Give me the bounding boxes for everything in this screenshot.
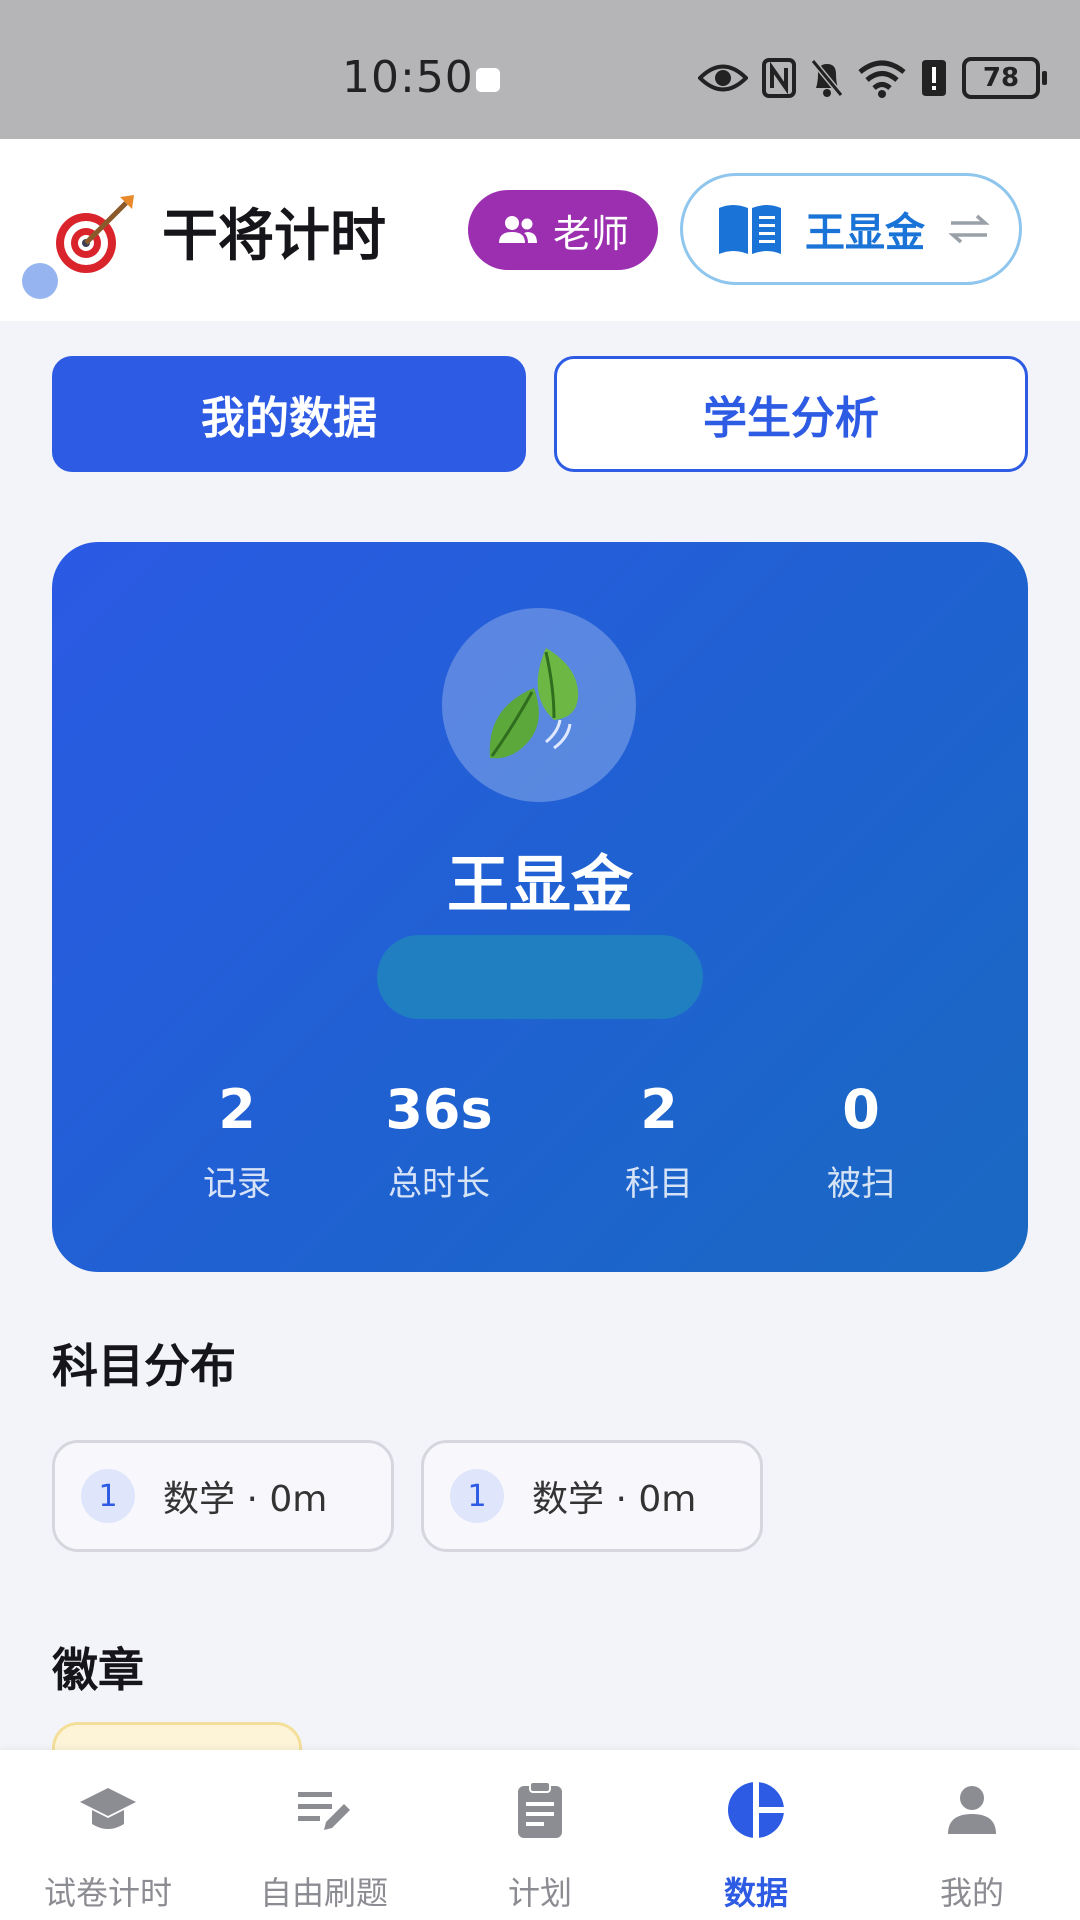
graduation-cap-icon	[80, 1788, 136, 1829]
status-bar: 10:50 78	[0, 0, 1080, 139]
stat-label: 总时长	[388, 1164, 490, 1204]
nav-label: 数据	[723, 1874, 788, 1912]
profile-card: 王显金 2 记录 36s 总时长 2 科目 0 被扫	[52, 542, 1028, 1272]
edit-list-icon	[298, 1792, 350, 1830]
subject-text: 数学 · 0m	[163, 1479, 328, 1520]
leaves-icon	[489, 648, 579, 759]
role-badge-label: 老师	[552, 211, 629, 256]
wifi-icon	[858, 60, 906, 98]
nfc-icon	[762, 58, 796, 98]
stat-total-duration: 36s 总时长	[339, 1074, 539, 1205]
people-icon	[498, 216, 537, 243]
swap-arrows-icon	[948, 214, 990, 244]
stats-row: 2 记录 36s 总时长 2 科目 0 被扫	[52, 1074, 1028, 1214]
nav-item-data[interactable]: 数据	[648, 1750, 864, 1920]
nav-item-plan[interactable]: 计划	[432, 1750, 648, 1920]
stat-value: 0	[842, 1078, 880, 1141]
clipboard-icon	[518, 1781, 562, 1838]
stat-records: 2 记录	[137, 1074, 337, 1205]
subject-rank: 1	[450, 1469, 504, 1523]
app-header: 干将计时 老师 王显金	[0, 139, 1080, 321]
current-user-name: 王显金	[805, 210, 925, 256]
badges-title: 徽章	[52, 1643, 144, 1697]
stat-value: 2	[218, 1078, 256, 1141]
avatar[interactable]	[442, 608, 636, 802]
subject-rank: 1	[81, 1469, 135, 1523]
tab-my-data[interactable]: 我的数据	[52, 356, 526, 472]
stat-label: 科目	[625, 1164, 693, 1204]
person-icon	[948, 1786, 996, 1834]
eye-icon	[698, 64, 748, 92]
subject-text: 数学 · 0m	[532, 1479, 697, 1520]
battery-icon: 78	[962, 57, 1047, 99]
notification-icon	[476, 68, 500, 92]
nav-label: 我的	[939, 1874, 1004, 1912]
target-logo-icon	[56, 195, 134, 273]
stat-value: 2	[640, 1078, 678, 1141]
subject-distribution-title: 科目分布	[52, 1339, 236, 1393]
floating-assist-dot[interactable]	[22, 263, 58, 299]
subject-chip[interactable]: 1 数学 · 0m	[52, 1440, 394, 1552]
nav-item-exam-timer[interactable]: 试卷计时	[0, 1750, 216, 1920]
stat-scanned: 0 被扫	[761, 1074, 961, 1205]
pie-chart-icon	[728, 1782, 784, 1838]
subject-chip[interactable]: 1 数学 · 0m	[421, 1440, 763, 1552]
sim-alert-icon	[922, 60, 946, 96]
status-icons: 78	[698, 56, 1047, 100]
nav-label: 试卷计时	[43, 1874, 172, 1912]
stat-value: 36s	[385, 1078, 493, 1141]
profile-tag-pill	[377, 935, 703, 1019]
role-badge[interactable]: 老师	[468, 190, 658, 270]
nav-label: 计划	[507, 1874, 572, 1912]
user-switch-button[interactable]: 王显金	[680, 173, 1022, 285]
bottom-nav: 试卷计时 自由刷题 计划 数据 我的	[0, 1750, 1080, 1920]
bell-off-icon	[810, 59, 844, 97]
status-time: 10:50	[342, 52, 474, 103]
stat-label: 记录	[203, 1164, 271, 1204]
nav-label: 自由刷题	[259, 1874, 388, 1912]
open-book-icon	[719, 205, 781, 254]
stat-label: 被扫	[827, 1164, 895, 1204]
nav-item-me[interactable]: 我的	[864, 1750, 1080, 1920]
profile-name: 王显金	[446, 848, 633, 921]
nav-item-free-practice[interactable]: 自由刷题	[216, 1750, 432, 1920]
app-title: 干将计时	[162, 204, 386, 269]
stat-subjects: 2 科目	[559, 1074, 759, 1205]
tab-student-analysis[interactable]: 学生分析	[554, 356, 1028, 472]
